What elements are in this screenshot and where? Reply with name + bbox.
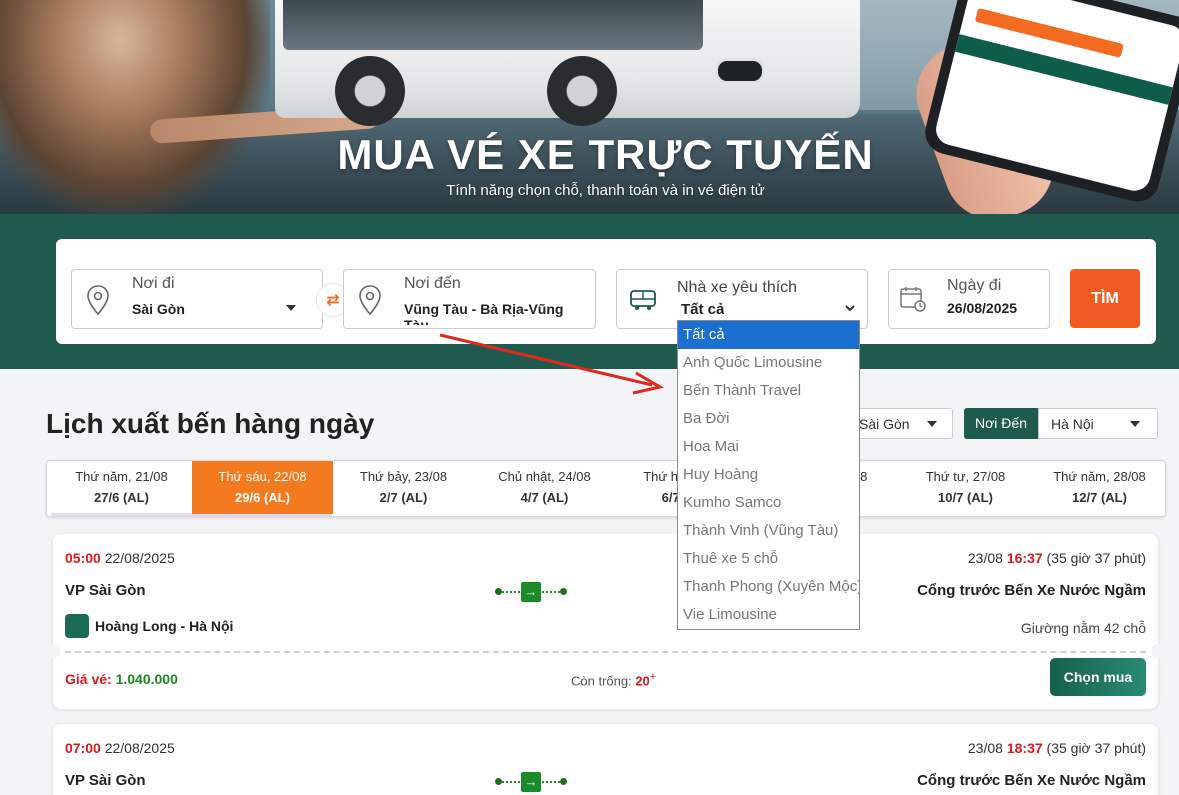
trip-depart: 07:00 22/08/2025 — [65, 740, 175, 756]
operator-option[interactable]: Thanh Phong (Xuyên Mộc) — [678, 573, 859, 601]
operator-option[interactable]: Thuê xe 5 chỗ — [678, 545, 859, 573]
depart-date: 22/08/2025 — [104, 550, 175, 566]
chevron-down-icon — [286, 305, 296, 311]
choose-buy-button[interactable]: Chọn mua — [1050, 658, 1146, 696]
trip-to: Cổng trước Bến Xe Nước Ngầm — [917, 582, 1146, 599]
operator-dropdown-list: Tất cả Anh Quốc Limousine Bến Thành Trav… — [677, 320, 860, 630]
hero-banner: MUA VÉ XE TRỰC TUYẾN Tính năng chọn chỗ,… — [0, 0, 1179, 214]
hero-subtitle: Tính năng chọn chỗ, thanh toán và in vé … — [446, 182, 765, 199]
free-suffix: + — [649, 671, 657, 683]
date-tab[interactable]: Thứ năm, 28/08 12/7 (AL) — [1029, 461, 1165, 514]
trip-price: Giá vé: 1.040.000 — [65, 671, 178, 687]
operator-option[interactable]: Kumho Samco — [678, 489, 859, 517]
date-tab-day: Chủ nhật, 24/08 — [498, 469, 591, 484]
date-tab-day: Thứ năm, 28/08 — [1053, 469, 1146, 484]
trip-divider — [65, 651, 1146, 653]
trip-duration: (35 giờ 37 phút) — [1046, 550, 1146, 566]
date-tab[interactable]: Thứ bảy, 23/08 2/7 (AL) — [333, 461, 474, 514]
date-tab[interactable]: Thứ tư, 27/08 10/7 (AL) — [895, 461, 1036, 514]
operator-label: Nhà xe yêu thích — [677, 279, 798, 296]
hero-bus-image — [275, 0, 860, 126]
operator-value: Tất cả — [681, 301, 725, 318]
trip-free-seats: Còn trống: 20+ — [571, 671, 656, 688]
date-tab-lunar: 2/7 (AL) — [379, 490, 428, 505]
arrive-time: 16:37 — [1006, 550, 1043, 566]
chevron-down-icon — [1130, 421, 1140, 427]
arrive-date: 23/08 — [967, 740, 1003, 756]
trip-from: VP Sài Gòn — [65, 772, 146, 789]
route-arrow-icon: → — [495, 772, 567, 792]
trip-arrive: 23/08 18:37 (35 giờ 37 phút) — [968, 740, 1146, 756]
location-pin-icon — [87, 285, 109, 316]
date-value: 26/08/2025 — [947, 300, 1018, 316]
operator-option[interactable]: Thành Vinh (Vũng Tàu) — [678, 517, 859, 545]
date-tab-day: Thứ tư, 27/08 — [925, 469, 1006, 484]
operator-option[interactable]: Bến Thành Travel — [678, 377, 859, 405]
operator-option[interactable]: Anh Quốc Limousine — [678, 349, 859, 377]
date-tab[interactable]: Thứ năm, 21/08 27/6 (AL) — [51, 461, 192, 514]
operator-option-selected[interactable]: Tất cả — [678, 321, 859, 349]
date-tab-active[interactable]: Thứ sáu, 22/08 29/6 (AL) — [192, 461, 333, 514]
from-filter-select[interactable]: Sài Gòn — [845, 408, 953, 439]
arrive-date: 23/08 — [967, 550, 1003, 566]
trip-seat-type: Giường nằm 42 chỗ — [1020, 620, 1146, 636]
operator-option[interactable]: Vie Limousine — [678, 601, 859, 629]
to-value: Vũng Tàu - Bà Rịa-Vũng Tàu — [404, 301, 564, 325]
to-field[interactable]: Nơi đến Vũng Tàu - Bà Rịa-Vũng Tàu — [343, 269, 596, 329]
from-value: Sài Gòn — [132, 301, 185, 317]
price-value: 1.040.000 — [115, 671, 178, 687]
to-filter-value: Hà Nội — [1051, 416, 1094, 432]
free-label: Còn trống: — [571, 673, 632, 689]
from-filter-value: Sài Gòn — [859, 416, 910, 432]
hero-title: MUA VÉ XE TRỰC TUYẾN — [337, 131, 874, 178]
price-label: Giá vé: — [65, 671, 112, 687]
schedule-title: Lịch xuất bến hàng ngày — [46, 408, 375, 439]
trip-card: 05:00 22/08/2025 23/08 16:37 (35 giờ 37 … — [46, 534, 1165, 709]
date-tab-lunar: 29/6 (AL) — [235, 490, 290, 505]
date-tab-day: Thứ năm, 21/08 — [75, 469, 168, 484]
trip-card: 07:00 22/08/2025 23/08 18:37 (35 giờ 37 … — [53, 724, 1158, 795]
to-filter-label: Nơi Đến — [964, 408, 1038, 439]
date-tab-lunar: 27/6 (AL) — [94, 490, 149, 505]
free-count: 20 — [635, 673, 650, 689]
from-field[interactable]: Nơi đi Sài Gòn — [71, 269, 323, 329]
annotation-arrow-icon — [439, 333, 665, 395]
to-label: Nơi đến — [404, 275, 461, 292]
date-label: Ngày đi — [947, 277, 1002, 294]
date-tab-day: Thứ sáu, 22/08 — [218, 469, 307, 484]
trip-arrive: 23/08 16:37 (35 giờ 37 phút) — [968, 550, 1146, 566]
trip-from: VP Sài Gòn — [65, 582, 146, 599]
date-tab-lunar: 12/7 (AL) — [1072, 490, 1127, 505]
arrive-time: 18:37 — [1006, 740, 1043, 756]
calendar-icon — [900, 287, 926, 312]
date-tab-day: Thứ bảy, 23/08 — [359, 469, 448, 484]
date-tabs: Thứ năm, 21/08 27/6 (AL) Thứ sáu, 22/08 … — [46, 460, 1166, 517]
date-tab[interactable]: Chủ nhật, 24/08 4/7 (AL) — [474, 461, 615, 514]
search-button[interactable]: TÌM — [1070, 269, 1140, 328]
chevron-down-icon — [927, 421, 937, 427]
date-tab-lunar: 4/7 (AL) — [520, 490, 569, 505]
route-arrow-icon: → — [495, 582, 567, 602]
trip-to: Cổng trước Bến Xe Nước Ngầm — [917, 772, 1146, 789]
depart-time: 05:00 — [65, 550, 101, 566]
date-field[interactable]: Ngày đi 26/08/2025 — [888, 269, 1050, 329]
operator-option[interactable]: Huy Hoàng — [678, 461, 859, 489]
operator-option[interactable]: Ba Đời — [678, 405, 859, 433]
date-tab-lunar: 10/7 (AL) — [938, 490, 993, 505]
trip-duration: (35 giờ 37 phút) — [1046, 740, 1146, 756]
from-label: Nơi đi — [132, 275, 175, 292]
location-pin-icon — [359, 285, 381, 316]
to-filter-select[interactable]: Hà Nội — [1038, 408, 1158, 439]
operator-logo-icon — [65, 614, 89, 638]
trip-depart: 05:00 22/08/2025 — [65, 550, 175, 566]
chevron-down-icon — [845, 305, 855, 312]
trip-operator: Hoàng Long - Hà Nội — [95, 618, 234, 634]
operator-option[interactable]: Hoa Mai — [678, 433, 859, 461]
depart-date: 22/08/2025 — [104, 740, 175, 756]
bus-icon — [630, 290, 656, 310]
depart-time: 07:00 — [65, 740, 101, 756]
